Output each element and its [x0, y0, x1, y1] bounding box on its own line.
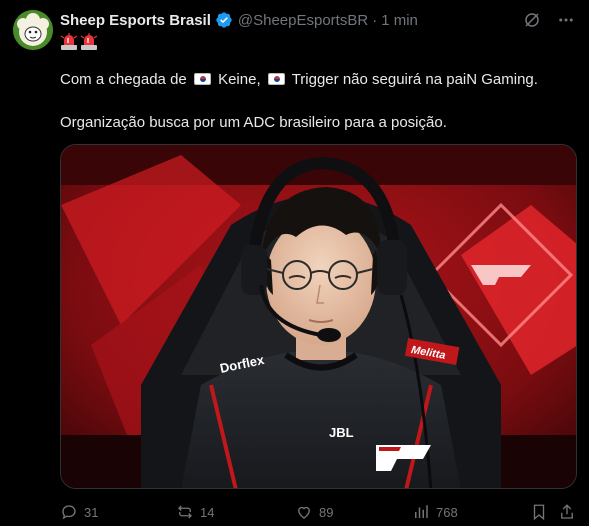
share-button[interactable] [558, 500, 576, 524]
post-text-part-3: Trigger não seguirá na paiN Gaming. [287, 71, 538, 88]
post-text-part-1: Com a chegada de [60, 71, 191, 88]
like-count: 89 [319, 504, 334, 520]
author-handle[interactable]: @SheepEsportsBR [238, 12, 368, 29]
repost-button[interactable]: 14 [176, 500, 214, 524]
views-count: 768 [436, 504, 458, 520]
repost-count: 14 [200, 504, 215, 520]
post-text-part-2: Keine, [213, 71, 265, 88]
author-name[interactable]: Sheep Esports Brasil [60, 12, 211, 29]
police-light-icon [80, 33, 98, 51]
author-avatar[interactable] [13, 10, 53, 50]
bookmark-button[interactable] [530, 500, 548, 524]
views-button[interactable]: 768 [412, 500, 458, 524]
police-light-icon [60, 33, 78, 51]
more-options-icon[interactable] [556, 10, 576, 30]
repost-icon [178, 505, 192, 519]
reply-button[interactable]: 31 [60, 500, 98, 524]
grok-icon[interactable] [522, 10, 542, 30]
emoji-line [60, 33, 98, 51]
reply-icon [62, 505, 76, 520]
south-korea-flag-icon [193, 73, 211, 85]
post-time[interactable]: 1 min [381, 12, 418, 29]
sheep-logo-icon [13, 10, 53, 50]
south-korea-flag-icon [267, 73, 285, 85]
heart-icon [298, 506, 310, 519]
separator-dot: · [372, 11, 378, 29]
views-chart-icon [415, 505, 428, 518]
post-header: Sheep Esports Brasil @SheepEsportsBR · 1… [60, 10, 418, 30]
jersey-sponsor-jbl: JBL [329, 425, 354, 440]
like-button[interactable]: 89 [295, 500, 333, 524]
post-text-line-2: Organização busca por um ADC brasileiro … [60, 114, 447, 131]
share-icon [561, 504, 573, 519]
verified-badge-icon[interactable] [215, 11, 233, 29]
reply-count: 31 [84, 504, 99, 520]
bookmark-icon [533, 504, 545, 521]
post-photo[interactable]: Dorflex Melitta JBL [60, 144, 577, 489]
post-text-line-1: Com a chegada de Keine, Trigger não segu… [60, 70, 538, 90]
post-action-bar: 31 14 89 768 [60, 500, 580, 524]
post-top-actions [522, 10, 576, 30]
